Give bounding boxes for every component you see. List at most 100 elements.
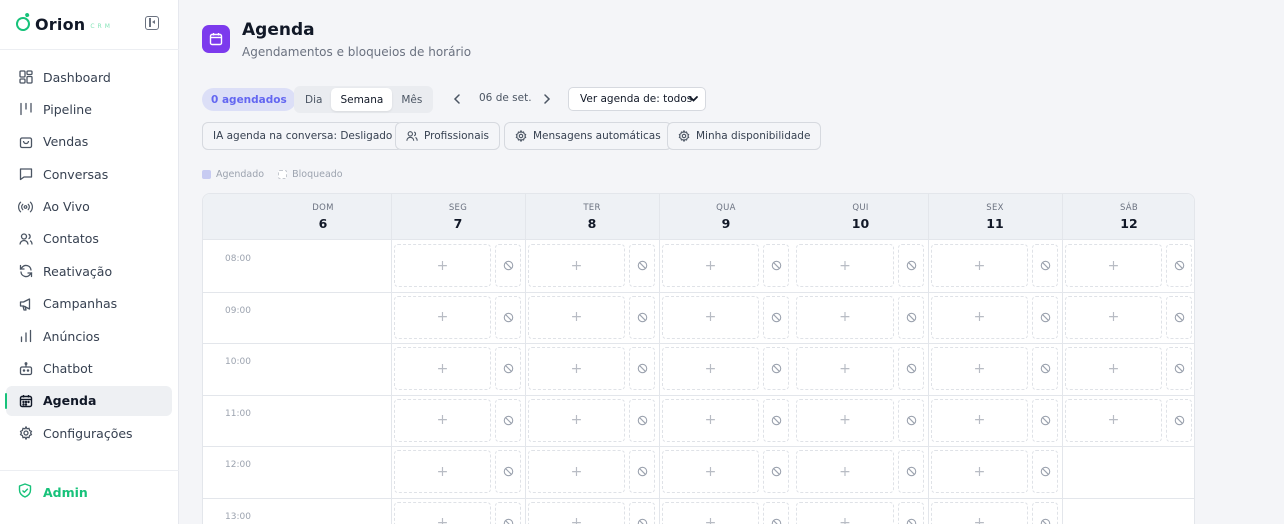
block-slot-button[interactable] [1032,347,1058,390]
add-slot-button[interactable]: + [796,501,894,524]
add-slot-button[interactable]: + [931,501,1028,524]
add-slot-button[interactable]: + [1065,244,1162,287]
block-slot-button[interactable] [763,244,789,287]
block-slot-button[interactable] [495,295,521,339]
sidebar-item-admin[interactable]: Admin [18,482,88,502]
availability-button[interactable]: Minha disponibilidade [667,122,822,150]
auto-messages-button[interactable]: Mensagens automáticas [504,122,672,150]
add-slot-button[interactable]: + [931,244,1028,287]
sidebar-item-chatbot[interactable]: Chatbot [6,354,172,384]
sidebar-item-configuracoes[interactable]: Configurações [6,418,172,448]
sidebar-item-reativacao[interactable]: Reativação [6,256,172,286]
add-slot-button[interactable]: + [796,244,894,287]
add-slot-button[interactable]: + [394,501,491,524]
block-slot-button[interactable] [1032,450,1058,493]
agenda-filter-select[interactable]: Ver agenda de: todos [568,87,706,111]
block-slot-button[interactable] [898,398,924,442]
add-slot-button[interactable]: + [1065,295,1162,339]
add-slot-button[interactable]: + [662,295,759,339]
add-slot-button[interactable]: + [662,244,759,287]
add-slot-button[interactable]: + [662,398,759,442]
block-icon [637,363,647,374]
chevron-right-icon[interactable] [541,93,553,105]
professionals-button[interactable]: Profissionais [395,122,501,150]
add-slot-button[interactable]: + [796,450,894,493]
block-slot-button[interactable] [763,295,789,339]
block-slot-button[interactable] [1166,347,1192,390]
block-slot-button[interactable] [1166,295,1192,339]
block-slot-button[interactable] [1032,244,1058,287]
sidebar-item-agenda[interactable]: Agenda [5,385,172,416]
block-icon [1174,363,1184,374]
brand-logo[interactable]: Orion CRM [14,14,113,34]
block-slot-button[interactable] [629,398,655,442]
block-slot-button[interactable] [898,347,924,390]
block-slot-button[interactable] [495,501,521,524]
block-icon [771,415,781,425]
block-slot-button[interactable] [629,501,655,524]
add-slot-button[interactable]: + [796,398,894,442]
block-slot-button[interactable] [629,450,655,493]
sidebar-item-label: Reativação [43,263,113,279]
sidebar-item-conversas[interactable]: Conversas [6,159,172,189]
add-slot-button[interactable]: + [394,398,491,442]
ai-agenda-toggle-button[interactable]: IA agenda na conversa: Desligado [202,122,404,150]
block-slot-button[interactable] [629,244,655,287]
sidebar-item-campanhas[interactable]: Campanhas [6,289,172,319]
add-slot-button[interactable]: + [931,450,1028,493]
add-slot-button[interactable]: + [394,295,491,339]
collapse-sidebar-icon[interactable] [145,16,159,30]
block-slot-button[interactable] [1166,244,1192,287]
add-slot-button[interactable]: + [1065,398,1162,442]
block-slot-button[interactable] [1032,398,1058,442]
view-month-button[interactable]: Mês [392,88,431,111]
add-slot-button[interactable]: + [528,501,625,524]
block-slot-button[interactable] [763,450,789,493]
add-slot-button[interactable]: + [662,347,759,390]
sidebar-item-pipeline[interactable]: Pipeline [6,94,172,124]
block-slot-button[interactable] [495,398,521,442]
block-slot-button[interactable] [763,398,789,442]
block-slot-button[interactable] [1166,398,1192,442]
sidebar-item-dashboard[interactable]: Dashboard [6,62,172,92]
block-slot-button[interactable] [629,295,655,339]
block-slot-button[interactable] [898,244,924,287]
view-day-button[interactable]: Dia [296,88,331,111]
add-slot-button[interactable]: + [796,347,894,390]
block-slot-button[interactable] [495,244,521,287]
add-slot-button[interactable]: + [528,398,625,442]
block-slot-button[interactable] [1032,501,1058,524]
block-slot-button[interactable] [1032,295,1058,339]
block-slot-button[interactable] [898,450,924,493]
sidebar-item-anuncios[interactable]: Anúncios [6,321,172,351]
block-slot-button[interactable] [898,295,924,339]
block-slot-button[interactable] [898,501,924,524]
add-slot-button[interactable]: + [394,450,491,493]
day-date: 11 [986,216,1004,231]
block-slot-button[interactable] [495,450,521,493]
block-slot-button[interactable] [495,347,521,390]
add-slot-button[interactable]: + [931,347,1028,390]
legend-booked-swatch [202,170,211,179]
add-slot-button[interactable]: + [662,501,759,524]
add-slot-button[interactable]: + [931,398,1028,442]
add-slot-button[interactable]: + [1065,347,1162,390]
block-icon [906,260,916,271]
add-slot-button[interactable]: + [528,295,625,339]
add-slot-button[interactable]: + [796,295,894,339]
add-slot-button[interactable]: + [931,295,1028,339]
block-slot-button[interactable] [763,347,789,390]
chevron-left-icon[interactable] [451,93,463,105]
add-slot-button[interactable]: + [528,450,625,493]
add-slot-button[interactable]: + [662,450,759,493]
add-slot-button[interactable]: + [394,244,491,287]
view-week-button[interactable]: Semana [331,88,393,111]
sidebar-item-contatos[interactable]: Contatos [6,224,172,254]
sidebar-item-ao-vivo[interactable]: Ao Vivo [6,192,172,222]
block-slot-button[interactable] [763,501,789,524]
add-slot-button[interactable]: + [528,347,625,390]
block-slot-button[interactable] [629,347,655,390]
add-slot-button[interactable]: + [528,244,625,287]
sidebar-item-vendas[interactable]: Vendas [6,127,172,157]
add-slot-button[interactable]: + [394,347,491,390]
